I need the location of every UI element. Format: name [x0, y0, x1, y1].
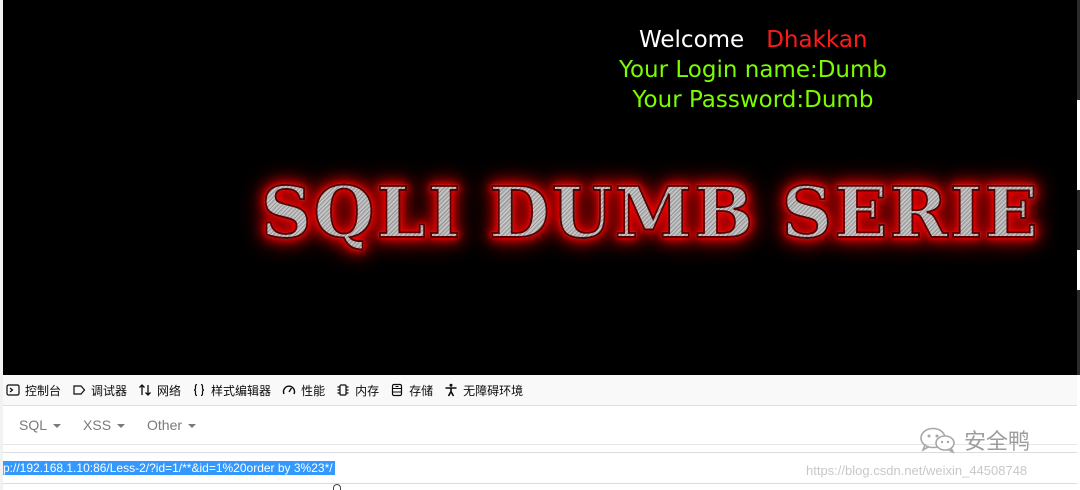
- welcome-line: Welcome Dhakkan: [639, 26, 868, 54]
- user-name: Dhakkan: [766, 27, 868, 53]
- tab-style-editor[interactable]: 样式编辑器: [189, 375, 279, 405]
- console-icon: [5, 382, 21, 398]
- other-menu-label: Other: [147, 417, 183, 433]
- tab-network[interactable]: 网络: [135, 375, 189, 405]
- tab-accessibility-label: 无障碍环境: [463, 383, 524, 398]
- sql-menu-label: SQL: [19, 417, 48, 433]
- mouse-cursor-icon: [333, 484, 341, 490]
- tab-style-editor-label: 样式编辑器: [211, 383, 272, 398]
- storage-icon: [389, 382, 405, 398]
- tab-memory-label: 内存: [355, 383, 380, 398]
- sqli-banner: SQLI DUMB SERIE: [260, 168, 1040, 258]
- braces-icon: [191, 382, 207, 398]
- accessibility-icon: [443, 382, 459, 398]
- xss-menu-label: XSS: [83, 417, 112, 433]
- chevron-down-icon: [53, 424, 62, 428]
- tab-debugger-label: 调试器: [91, 383, 128, 398]
- tab-performance-label: 性能: [301, 383, 326, 398]
- password-text: Your Password:Dumb: [632, 87, 874, 113]
- chevron-down-icon: [117, 424, 126, 428]
- tab-accessibility[interactable]: 无障碍环境: [441, 375, 531, 405]
- chevron-down-icon: [188, 424, 197, 428]
- tab-console-label: 控制台: [25, 383, 62, 398]
- other-menu-button[interactable]: Other: [147, 417, 197, 433]
- tab-memory[interactable]: 内存: [333, 375, 387, 405]
- tab-console[interactable]: 控制台: [3, 375, 69, 405]
- memory-chip-icon: [335, 382, 351, 398]
- tab-performance[interactable]: 性能: [279, 375, 333, 405]
- devtools-toolbar: 控制台 调试器 网络 样式编辑器 性能 内存 存储 无障碍环境: [3, 375, 1077, 406]
- hackbar-menu: SQL XSS Other: [3, 406, 1077, 445]
- network-arrows-icon: [137, 382, 153, 398]
- url-field-border: [3, 483, 1077, 484]
- xss-menu-button[interactable]: XSS: [83, 417, 126, 433]
- sql-menu-button[interactable]: SQL: [19, 417, 62, 433]
- gauge-icon: [281, 382, 297, 398]
- screenshot-root: Welcome Dhakkan Your Login name:Dumb Your…: [0, 0, 1080, 490]
- account-watermark: 安全鸭: [918, 424, 1030, 456]
- wechat-logo-icon: [920, 427, 955, 454]
- blog-url-watermark: https://blog.csdn.net/weixin_44508748: [806, 463, 1028, 478]
- debugger-icon: [71, 382, 87, 398]
- welcome-label: Welcome: [639, 27, 745, 53]
- tab-debugger[interactable]: 调试器: [69, 375, 135, 405]
- tab-network-label: 网络: [157, 383, 182, 398]
- login-name-text: Your Login name:Dumb: [618, 57, 888, 83]
- tab-storage[interactable]: 存储: [387, 375, 441, 405]
- tab-storage-label: 存储: [409, 383, 434, 398]
- url-selected-text[interactable]: p://192.168.1.10:86/Less-2/?id=1/**&id=1…: [3, 461, 335, 475]
- account-name: 安全鸭: [964, 430, 1031, 455]
- page-viewport: Welcome Dhakkan Your Login name:Dumb Your…: [3, 0, 1077, 375]
